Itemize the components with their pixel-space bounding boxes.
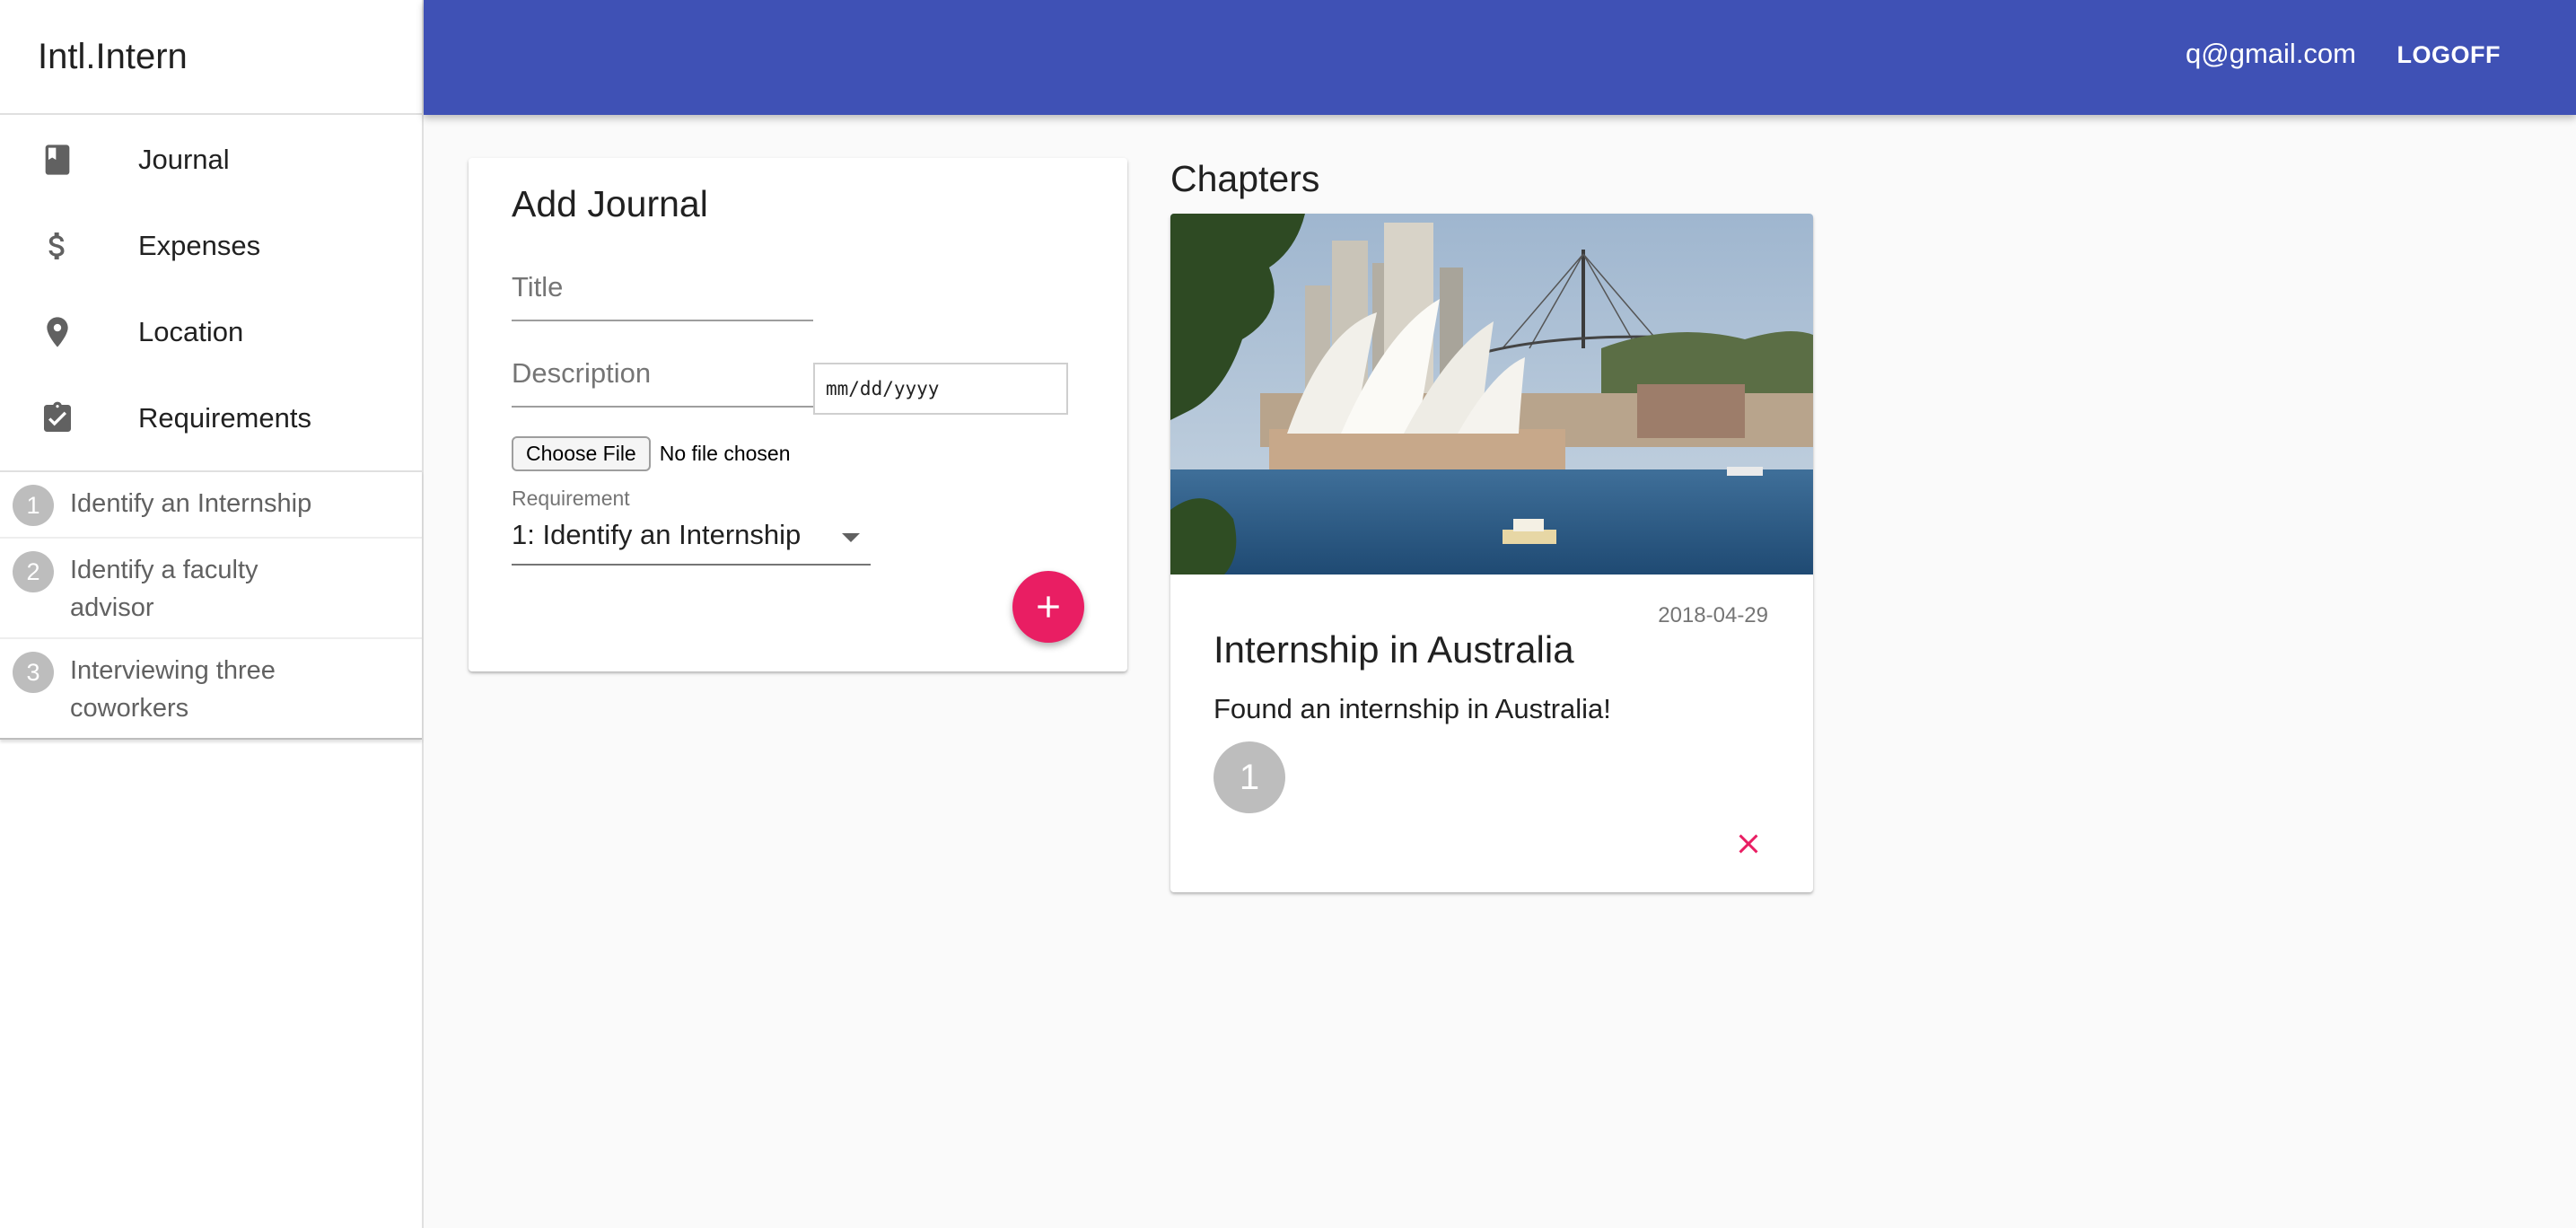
app-header: q@gmail.com LOGOFF <box>424 0 2576 115</box>
requirement-item[interactable]: 3 Interviewing three coworkers <box>0 639 422 738</box>
sidebar-item-expenses[interactable]: Expenses <box>0 203 422 289</box>
requirement-item[interactable]: 2 Identify a faculty advisor <box>0 539 422 639</box>
date-input[interactable]: mm/dd/yyyy <box>813 363 1068 415</box>
chapter-date: 2018-04-29 <box>1658 603 1768 627</box>
dropdown-arrow-icon <box>842 533 860 542</box>
chapter-description: Found an internship in Australia! <box>1214 693 1611 724</box>
sidebar-nav: Journal Expenses Location Requirements <box>0 115 422 461</box>
description-input[interactable]: Description <box>512 357 813 408</box>
sidebar: Intl.Intern Journal Expenses Location Re… <box>0 0 424 1228</box>
choose-file-button[interactable]: Choose File <box>512 436 651 471</box>
requirement-number: 2 <box>13 551 54 592</box>
close-icon <box>1739 834 1758 854</box>
book-icon <box>39 140 75 180</box>
requirement-number: 3 <box>13 652 54 693</box>
requirements-list: 1 Identify an Internship 2 Identify a fa… <box>0 470 422 740</box>
requirement-label: Requirement <box>512 487 630 510</box>
user-email: q@gmail.com <box>2186 38 2356 69</box>
requirement-text: Identify an Internship <box>70 489 312 518</box>
plus-icon <box>1038 596 1059 618</box>
delete-chapter-button[interactable] <box>1727 822 1770 865</box>
requirement-text: Interviewing three coworkers <box>70 656 276 723</box>
add-journal-card: Add Journal Title Description mm/dd/yyyy… <box>469 158 1127 671</box>
requirement-item[interactable]: 1 Identify an Internship <box>0 472 422 539</box>
requirement-number: 1 <box>13 485 54 526</box>
sidebar-item-label: Location <box>138 316 244 347</box>
file-upload: Choose File No file chosen <box>512 436 790 471</box>
requirement-select[interactable]: 1: Identify an Internship <box>512 513 871 566</box>
chapter-image <box>1170 214 1813 575</box>
requirement-badge: 1 <box>1214 741 1285 813</box>
requirement-text: Identify a faculty advisor <box>70 556 258 622</box>
sidebar-item-label: Requirements <box>138 402 311 434</box>
description-placeholder: Description <box>512 357 652 389</box>
sidebar-item-label: Expenses <box>138 230 261 261</box>
sidebar-item-label: Journal <box>138 144 230 175</box>
title-input[interactable]: Title <box>512 271 813 321</box>
sidebar-item-journal[interactable]: Journal <box>0 117 422 203</box>
logoff-button[interactable]: LOGOFF <box>2397 41 2501 69</box>
dollar-icon <box>39 226 75 266</box>
title-placeholder: Title <box>512 271 564 303</box>
requirement-select-value: 1: Identify an Internship <box>512 519 802 550</box>
chapter-card: 2018-04-29 Internship in Australia Found… <box>1170 214 1813 892</box>
location-pin-icon <box>39 312 75 352</box>
chapter-title: Internship in Australia <box>1214 628 1574 671</box>
sidebar-item-location[interactable]: Location <box>0 289 422 375</box>
chapters-heading: Chapters <box>1170 158 1320 199</box>
file-status: No file chosen <box>659 442 791 465</box>
app-brand[interactable]: Intl.Intern <box>0 0 422 115</box>
sidebar-item-requirements[interactable]: Requirements <box>0 375 422 461</box>
add-journal-button[interactable] <box>1012 571 1084 643</box>
clipboard-check-icon <box>39 399 75 438</box>
card-title: Add Journal <box>512 183 708 224</box>
